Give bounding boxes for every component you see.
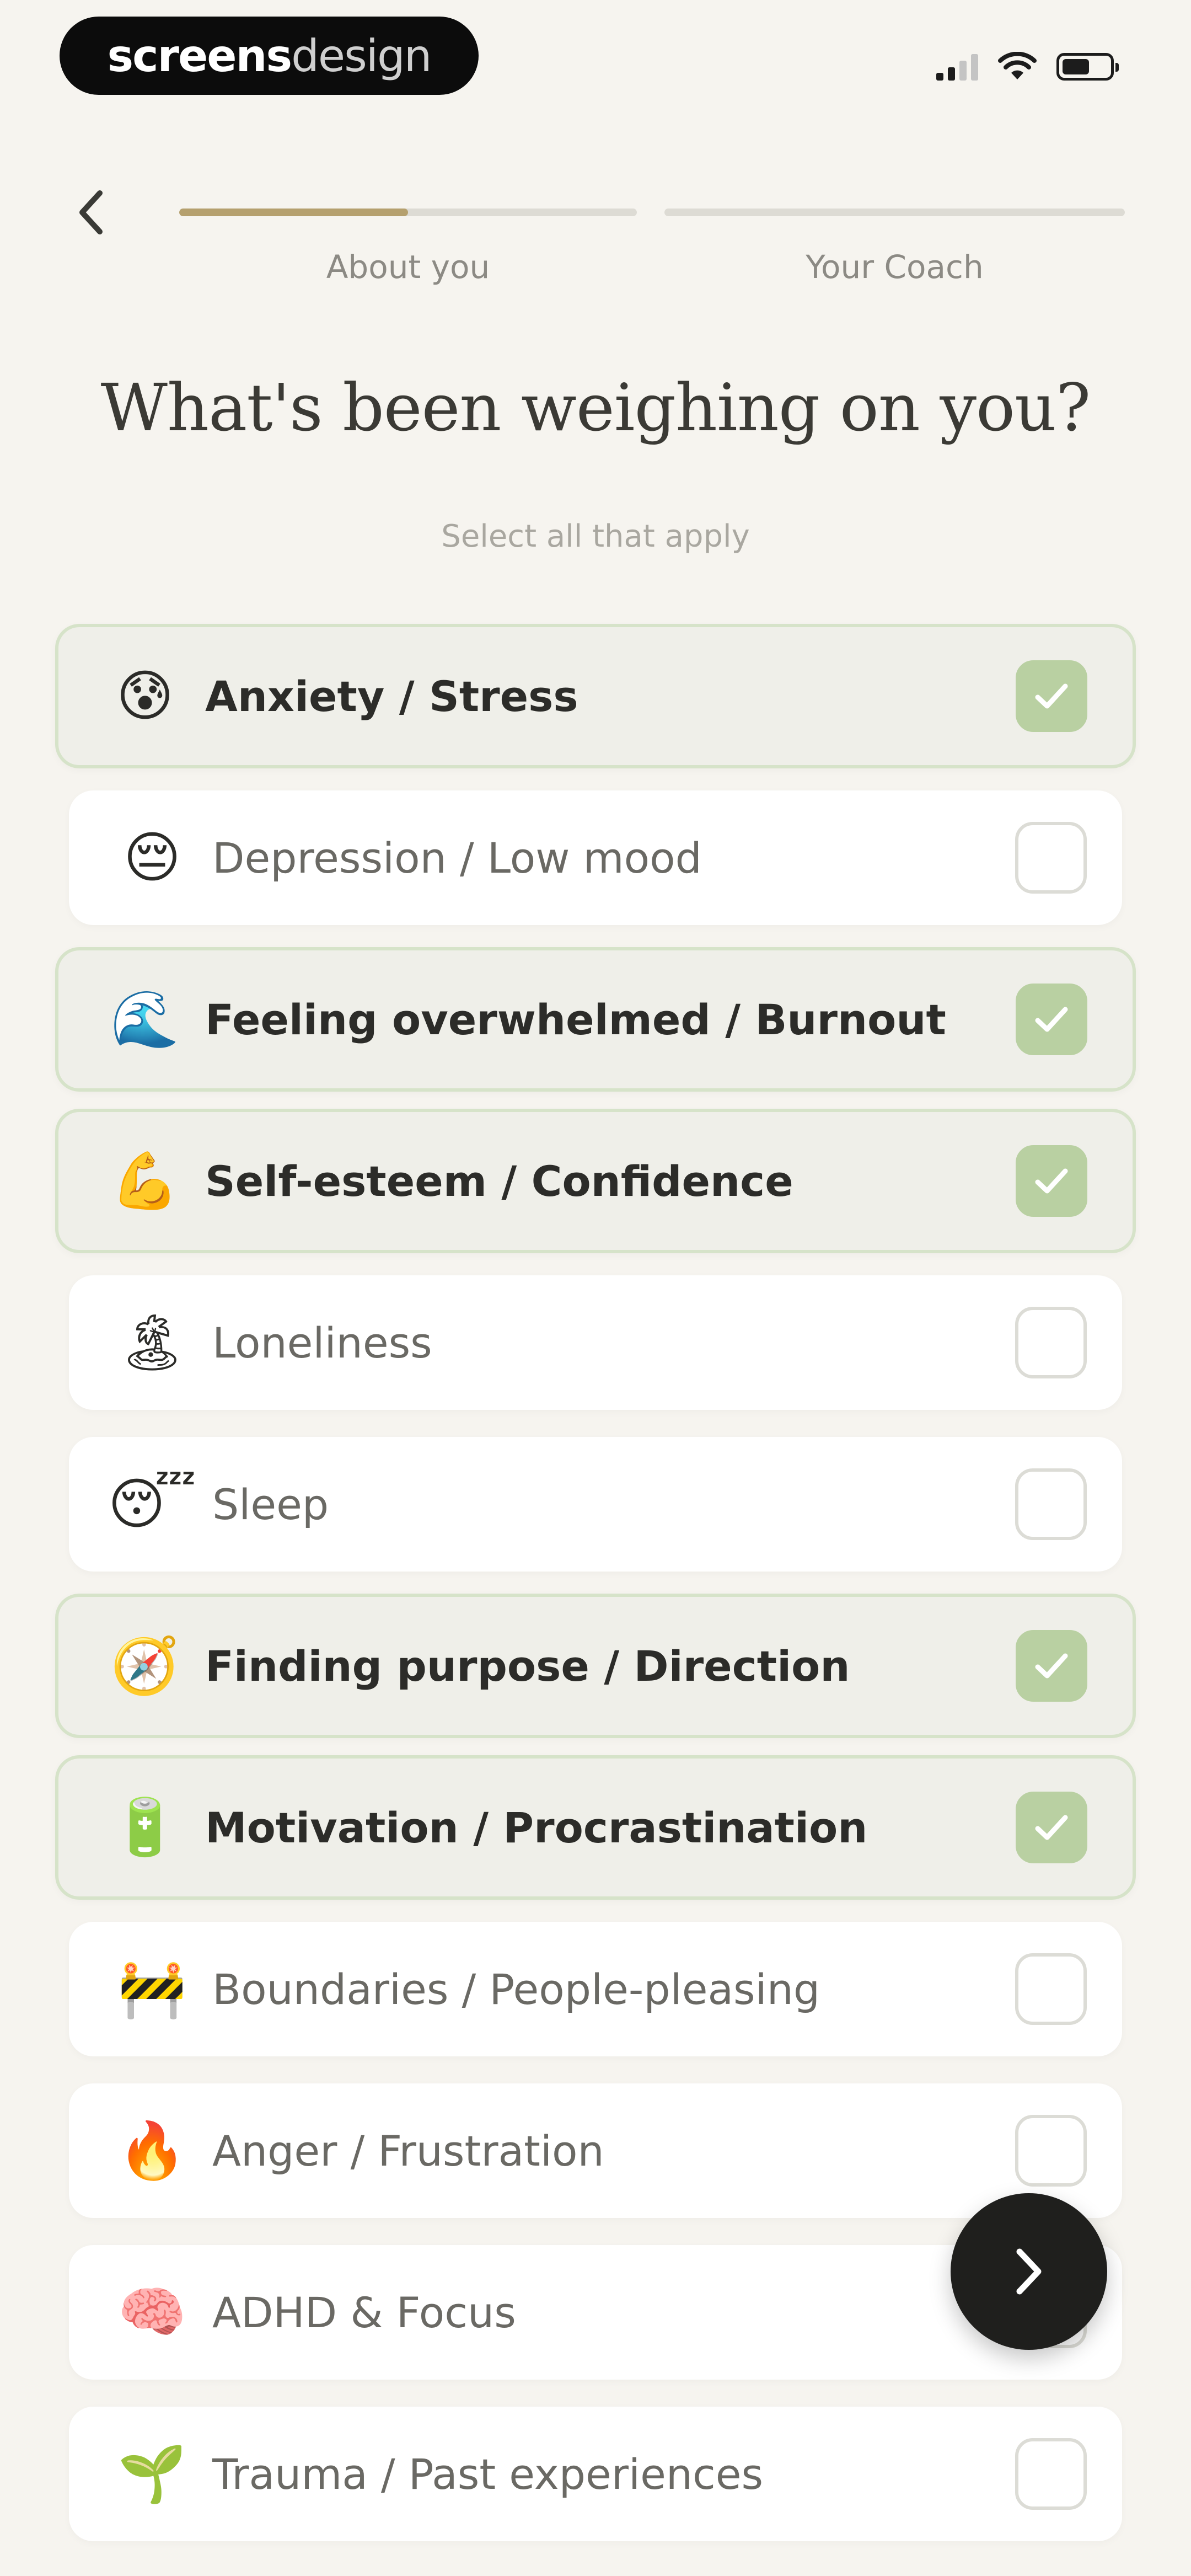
checkbox-unchecked[interactable] <box>1015 1307 1087 1378</box>
checkbox-checked[interactable] <box>1016 1792 1087 1863</box>
checkmark-icon <box>1035 683 1068 709</box>
option-emoji-icon: 🏝 <box>117 1310 187 1375</box>
option-emoji-icon: 🌱 <box>117 2441 187 2506</box>
option-item[interactable]: 😔 Depression / Low mood <box>69 790 1122 925</box>
progress-bar-about-you <box>179 209 637 216</box>
option-label: Boundaries / People-pleasing <box>212 1964 820 2014</box>
checkbox-checked[interactable] <box>1016 1145 1087 1217</box>
brand-text-bold: screens <box>107 30 293 82</box>
option-item[interactable]: 🧭 Finding purpose / Direction <box>55 1594 1136 1738</box>
checkbox-unchecked[interactable] <box>1015 1953 1087 2025</box>
option-label: Motivation / Procrastination <box>205 1803 868 1852</box>
option-label: Loneliness <box>212 1318 432 1367</box>
checkbox-unchecked[interactable] <box>1015 1468 1087 1540</box>
option-label: Self-esteem / Confidence <box>205 1156 793 1206</box>
battery-icon <box>1056 53 1119 81</box>
option-label: Finding purpose / Direction <box>205 1641 850 1691</box>
checkmark-icon <box>1035 1653 1068 1679</box>
option-item[interactable]: 🌊 Feeling overwhelmed / Burnout <box>55 947 1136 1092</box>
step-label-your-coach: Your Coach <box>806 248 984 286</box>
option-emoji-icon: 🔋 <box>110 1795 180 1859</box>
option-emoji-icon: 😴 <box>108 1472 197 1536</box>
option-emoji-icon: 🧭 <box>110 1633 180 1698</box>
cellular-signal-icon <box>936 53 978 81</box>
brand-badge: screens design <box>60 17 479 95</box>
option-emoji-icon: 🌊 <box>110 987 180 1051</box>
next-button[interactable] <box>951 2193 1107 2350</box>
option-label: ADHD & Focus <box>212 2288 516 2337</box>
option-item[interactable]: 😰 Anxiety / Stress <box>55 624 1136 768</box>
option-item[interactable]: 🔥 Anger / Frustration <box>69 2083 1122 2218</box>
option-label: Depression / Low mood <box>212 833 702 883</box>
option-item[interactable]: 🌱 Trauma / Past experiences <box>69 2407 1122 2541</box>
chevron-right-icon <box>1016 2248 1042 2295</box>
back-button[interactable] <box>61 177 121 248</box>
option-item[interactable]: 🚧 Boundaries / People-pleasing <box>69 1922 1122 2056</box>
wifi-icon <box>998 52 1037 79</box>
option-item[interactable]: 🏝 Loneliness <box>69 1275 1122 1410</box>
checkbox-unchecked[interactable] <box>1015 2115 1087 2187</box>
progress-bar-your-coach <box>664 209 1125 216</box>
status-icons <box>936 47 1119 86</box>
checkmark-icon <box>1035 1815 1068 1840</box>
option-emoji-icon: 💪 <box>110 1148 180 1213</box>
option-emoji-icon: 😔 <box>123 825 181 890</box>
option-emoji-icon: 🧠 <box>117 2280 187 2344</box>
option-label: Feeling overwhelmed / Burnout <box>205 995 946 1044</box>
checkmark-icon <box>1035 1007 1068 1032</box>
checkbox-checked[interactable] <box>1016 660 1087 732</box>
option-item[interactable]: 💪 Self-esteem / Confidence <box>55 1109 1136 1253</box>
option-label: Anger / Frustration <box>212 2126 604 2176</box>
page-title: What's been weighing on you? <box>100 370 1091 446</box>
progress-fill-about-you <box>179 209 408 216</box>
onboarding-screen: screens design About you Your Coach What… <box>0 0 1191 2576</box>
status-bar: screens design <box>0 0 1191 116</box>
option-item[interactable]: 😴 Sleep <box>69 1437 1122 1572</box>
option-emoji-icon: 🚧 <box>117 1957 187 2021</box>
brand-text-light: design <box>291 30 432 82</box>
option-label: Anxiety / Stress <box>205 671 578 721</box>
option-label: Trauma / Past experiences <box>212 2449 764 2499</box>
checkbox-unchecked[interactable] <box>1015 822 1087 894</box>
step-label-about-you: About you <box>326 248 490 286</box>
page-subtitle: Select all that apply <box>441 519 750 554</box>
checkmark-icon <box>1035 1168 1068 1194</box>
checkbox-unchecked[interactable] <box>1015 2438 1087 2510</box>
checkbox-checked[interactable] <box>1016 984 1087 1055</box>
chevron-left-icon <box>79 190 103 234</box>
option-label: Sleep <box>212 1479 329 1529</box>
option-item[interactable]: 🔋 Motivation / Procrastination <box>55 1755 1136 1900</box>
checkbox-checked[interactable] <box>1016 1630 1087 1702</box>
option-emoji-icon: 😰 <box>116 664 174 728</box>
option-emoji-icon: 🔥 <box>117 2118 187 2183</box>
